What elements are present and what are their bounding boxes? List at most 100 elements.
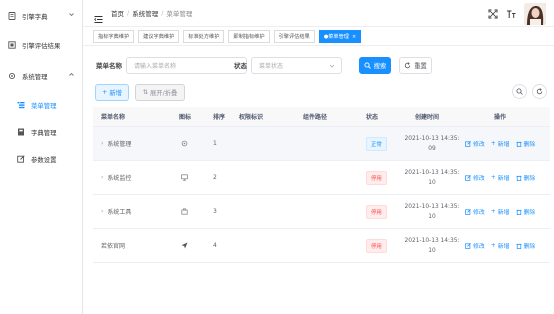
create-time-cell: 2021-10-13 14:35: 10 <box>393 195 471 228</box>
edit-button[interactable]: 修改 <box>465 173 485 182</box>
sidebar-item-dict-manage[interactable]: 字典管理 <box>0 119 83 145</box>
add-child-button[interactable]: + 新增 <box>491 173 510 183</box>
status-select[interactable]: 菜单状态 <box>251 56 342 74</box>
tag-menu-manage[interactable]: ●菜单管理 × <box>318 30 362 43</box>
add-child-button[interactable]: + 新增 <box>491 139 510 149</box>
create-time-line1: 2021-10-13 14:35: <box>404 135 460 142</box>
tag-instant-index[interactable]: 即制指标维护 <box>228 30 270 43</box>
user-avatar[interactable] <box>524 2 546 25</box>
tag-label: 建议字典维护 <box>143 34 175 40</box>
add-label: 新增 <box>497 244 510 250</box>
add-menu-button[interactable]: + 新增 <box>95 84 129 101</box>
column-header: 创建时间 <box>415 114 440 121</box>
delete-button[interactable]: 删除 <box>516 241 536 250</box>
close-icon[interactable]: × <box>352 34 356 40</box>
add-label: 新增 <box>497 176 510 182</box>
tag-engine-result[interactable]: 引擎评估结果 <box>273 30 315 43</box>
tag-advice-dict[interactable]: 建议字典维护 <box>138 30 180 43</box>
search-form: 菜单名称 请输入菜单名称 状态 菜单状态 搜索 重置 <box>83 55 554 75</box>
hamburger-icon[interactable] <box>94 9 103 23</box>
sidebar-item-system[interactable]: 系统管理 <box>0 63 83 89</box>
delete-button[interactable]: 删除 <box>516 173 536 182</box>
expand-arrow-icon[interactable]: › <box>101 140 103 147</box>
column-header: 排序 <box>213 114 226 121</box>
fullscreen-icon[interactable] <box>488 9 498 19</box>
add-child-button[interactable]: + 新增 <box>491 207 510 217</box>
sort-icon: ⇅ <box>142 89 148 96</box>
column-header: 权限标识 <box>239 114 264 121</box>
add-child-button[interactable]: + 新增 <box>491 241 510 251</box>
font-size-icon[interactable] <box>506 9 516 19</box>
search-icon <box>364 61 371 69</box>
menu-name-cell: › 系统管理 <box>101 127 131 160</box>
edit-label: 修改 <box>473 210 485 216</box>
chevron-up-icon <box>68 71 75 80</box>
column-header: 状态 <box>366 114 379 121</box>
order-cell: 3 <box>213 208 217 215</box>
refresh-table-button[interactable] <box>532 84 547 99</box>
reset-button[interactable]: 重置 <box>399 56 432 74</box>
create-time-line1: 2021-10-13 14:35: <box>404 169 460 176</box>
expand-arrow-icon[interactable]: › <box>101 208 103 215</box>
search-icon <box>516 88 523 95</box>
delete-button[interactable]: 删除 <box>516 207 535 216</box>
column-header: 组件路径 <box>303 114 328 121</box>
sidebar-item-param-setting[interactable]: 参数设置 <box>0 146 83 172</box>
column-header: 菜单名称 <box>101 114 126 121</box>
column-header: 图标 <box>179 114 192 121</box>
sidebar-item-label: 字典管理 <box>31 128 57 137</box>
table-row[interactable]: › 系统管理 1 正常 2021-10-13 14:35: 09 修改 + 新增 删… <box>93 127 550 161</box>
expand-button-label: 展开/折叠 <box>149 90 178 97</box>
sidebar-item-engine-dict[interactable]: 引擎字典 <box>0 3 83 29</box>
tag-index-dict[interactable]: 指标字典维护 <box>93 30 135 43</box>
sidebar-item-label: 菜单管理 <box>31 101 57 110</box>
add-label: 新增 <box>497 142 510 148</box>
breadcrumb-system[interactable]: 系统管理 <box>132 8 158 18</box>
expand-collapse-button[interactable]: ⇅ 展开/折叠 <box>135 84 185 101</box>
menu-name-label: 菜单名称 <box>96 62 122 70</box>
edit-label: 修改 <box>473 142 485 148</box>
table-row[interactable]: › 系统监控 2 停用 2021-10-13 14:35: 10 修改 + 新增 删… <box>93 161 550 195</box>
edit-icon <box>17 155 25 163</box>
edit-button[interactable]: 修改 <box>465 207 485 216</box>
tag-label: 标准处方维护 <box>188 34 220 40</box>
create-time-line2: 10 <box>428 179 436 186</box>
breadcrumb-separator: / <box>127 9 130 17</box>
search-button-label: 搜索 <box>373 62 387 70</box>
menu-table: 菜单名称 图标 排序 权限标识 组件路径 状态 创建时间 操作 › 系统管理 1… <box>93 107 550 263</box>
breadcrumb-home[interactable]: 首页 <box>111 8 124 18</box>
expand-arrow-icon[interactable]: › <box>101 174 103 181</box>
top-navbar: 首页 / 系统管理 / 菜单管理 <box>83 0 554 27</box>
row-actions: 修改 + 新增 删除 <box>465 229 541 262</box>
system-icon <box>181 127 188 160</box>
tag-label: 引擎评估结果 <box>278 34 310 40</box>
table-row[interactable]: › 系统工具 3 停用 2021-10-13 14:35: 10 修改 + 新增 删… <box>93 195 550 229</box>
row-actions: 修改 + 新增 删除 <box>465 195 541 228</box>
create-time-cell: 2021-10-13 14:35: 10 <box>393 161 471 194</box>
delete-label: 删除 <box>523 176 536 182</box>
sidebar-item-engine-result[interactable]: 引擎评估结果 <box>0 32 83 58</box>
menu-name-input[interactable]: 请输入菜单名称 <box>126 56 247 74</box>
edit-button[interactable]: 修改 <box>465 241 485 250</box>
status-badge: 停用 <box>366 238 387 253</box>
status-cell: 正常 <box>366 127 387 160</box>
sidebar-item-label: 系统管理 <box>22 72 48 81</box>
edit-button[interactable]: 修改 <box>465 139 485 148</box>
chevron-down-icon <box>68 11 75 20</box>
status-badge: 停用 <box>366 204 387 219</box>
menu-name-cell: › 系统监控 <box>101 161 131 194</box>
toggle-search-button[interactable] <box>512 84 527 99</box>
delete-label: 删除 <box>523 244 536 250</box>
menu-name-cell: › 系统工具 <box>101 195 131 228</box>
row-actions: 修改 + 新增 删除 <box>465 161 541 194</box>
table-header: 菜单名称 图标 排序 权限标识 组件路径 状态 创建时间 操作 <box>93 107 550 127</box>
sidebar-item-menu-manage[interactable]: 菜单管理 <box>0 92 83 118</box>
tag-standard-rx[interactable]: 标准处方维护 <box>183 30 225 43</box>
delete-button[interactable]: 删除 <box>516 139 535 148</box>
create-time-line1: 2021-10-13 14:35: <box>404 237 460 244</box>
create-time-line2: 10 <box>428 213 436 220</box>
menu-name: 若依官网 <box>101 243 126 250</box>
search-button[interactable]: 搜索 <box>359 56 391 74</box>
table-row[interactable]: 若依官网 4 停用 2021-10-13 14:35: 10 修改 + 新增 删除 <box>93 229 550 263</box>
gear-icon <box>8 72 16 80</box>
